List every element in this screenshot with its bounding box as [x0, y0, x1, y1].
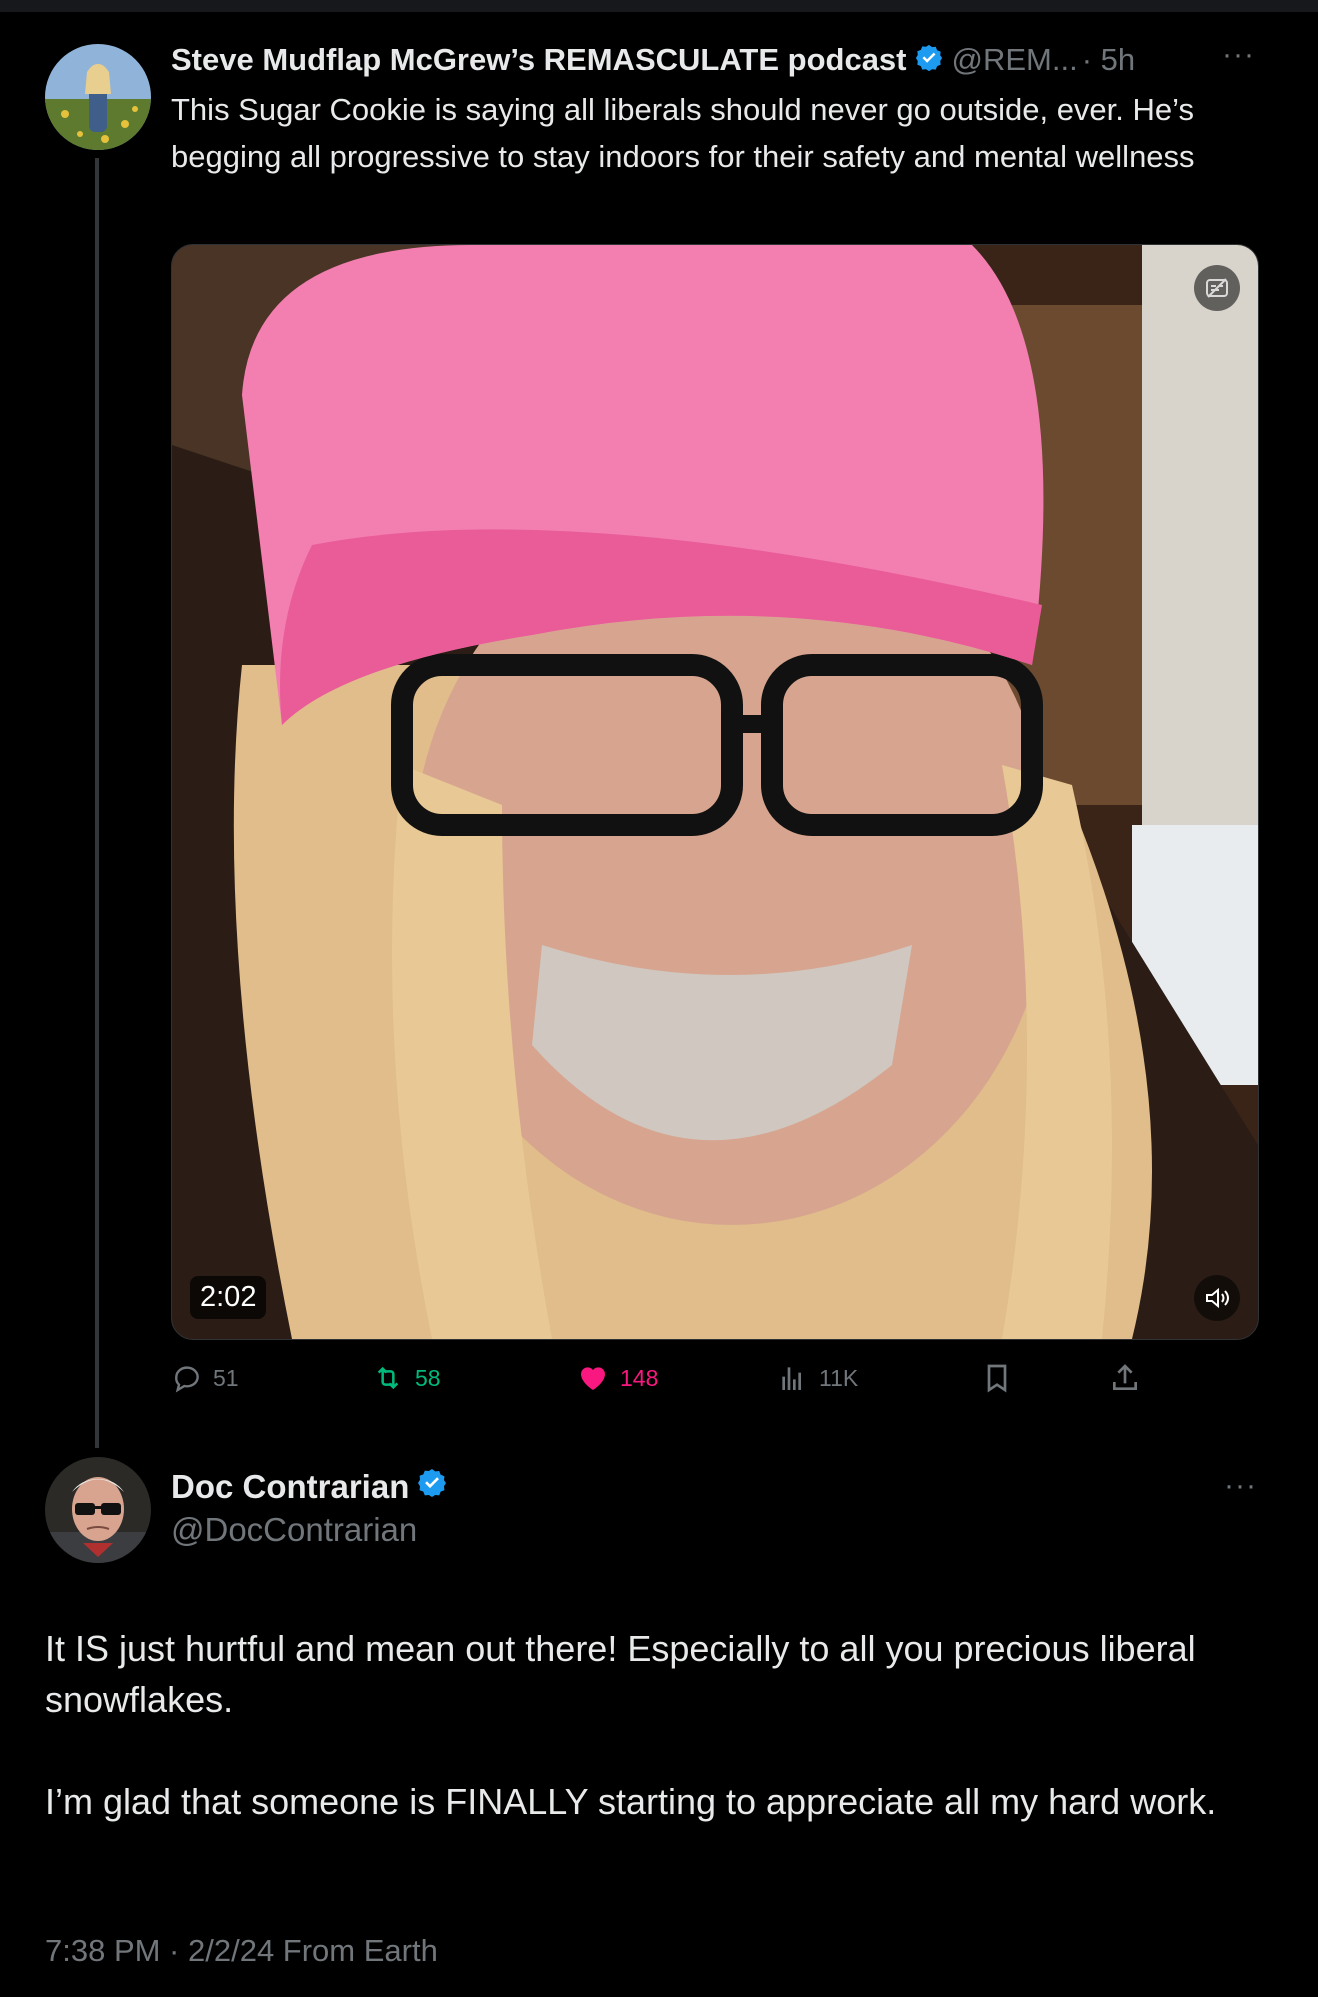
post-text: This Sugar Cookie is saying all liberals…	[171, 92, 1203, 174]
reply-count: 51	[213, 1364, 239, 1391]
verified-badge-icon	[416, 1467, 448, 1507]
reply-header: Doc Contrarian @DocContrarian	[171, 1467, 448, 1549]
post-actions: 51 58 148 11K	[171, 1360, 1171, 1396]
captions-icon[interactable]	[1194, 265, 1240, 311]
reply-button[interactable]: 51	[171, 1360, 239, 1396]
repost-button[interactable]: 58	[371, 1360, 441, 1396]
reply-timestamp[interactable]: 7:38 PM · 2/2/24 From Earth	[45, 1933, 438, 1969]
author-handle[interactable]: @REM...	[952, 42, 1078, 78]
share-icon	[1113, 1364, 1137, 1390]
reply-icon	[175, 1366, 199, 1393]
more-icon[interactable]: ···	[1222, 38, 1255, 72]
bookmark-icon	[987, 1364, 1007, 1393]
repost-count: 58	[415, 1364, 441, 1391]
like-button[interactable]: 148	[576, 1360, 658, 1396]
avatar-doc[interactable]	[45, 1457, 151, 1563]
author-name[interactable]: Steve Mudflap McGrew’s REMASCULATE podca…	[171, 42, 907, 78]
views-icon	[782, 1367, 801, 1390]
avatar-steve[interactable]	[45, 44, 151, 150]
views-button[interactable]: 11K	[777, 1360, 858, 1396]
repost-icon	[377, 1366, 399, 1390]
like-icon	[581, 1367, 605, 1390]
like-count: 148	[620, 1364, 659, 1391]
post-header: Steve Mudflap McGrew’s REMASCULATE podca…	[171, 36, 1251, 84]
video-frame	[172, 245, 1258, 1339]
reply-author-handle[interactable]: @DocContrarian	[171, 1511, 448, 1549]
verified-badge-icon	[914, 43, 944, 78]
bookmark-button[interactable]	[981, 1360, 1023, 1396]
video-duration: 2:02	[190, 1276, 267, 1319]
reply-author-name[interactable]: Doc Contrarian	[171, 1468, 409, 1506]
more-icon[interactable]: ···	[1224, 1469, 1257, 1503]
top-bar	[0, 0, 1318, 12]
view-count: 11K	[819, 1364, 859, 1391]
share-button[interactable]	[1109, 1360, 1151, 1396]
post-time[interactable]: · 5h	[1082, 42, 1135, 78]
thread-line	[95, 158, 99, 1448]
video-player[interactable]: 2:02	[171, 244, 1259, 1340]
volume-icon[interactable]	[1194, 1275, 1240, 1321]
reply-text: It IS just hurtful and mean out there! E…	[45, 1628, 1217, 1822]
